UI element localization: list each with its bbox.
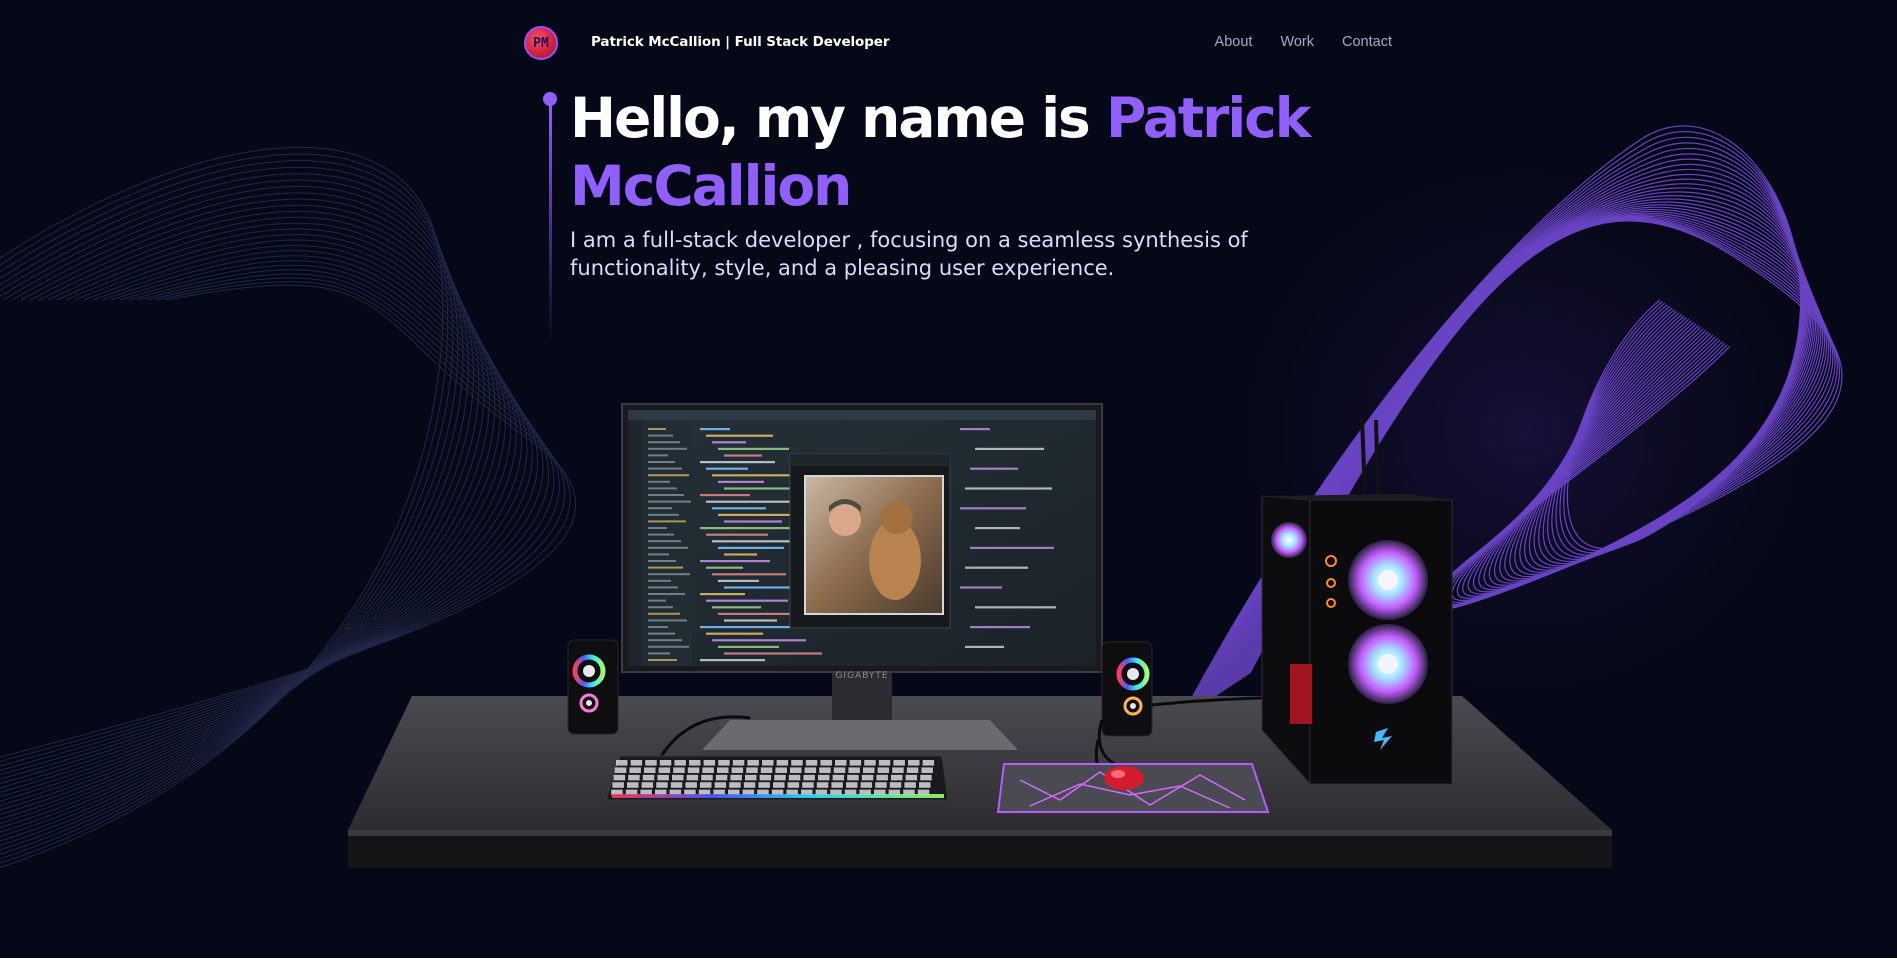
hero-subtitle: I am a full-stack developer , focusing o… [570,228,1248,280]
navbar: PM Patrick McCallion | Full Stack Develo… [0,0,1897,88]
nav-link-work[interactable]: Work [1280,34,1314,50]
nav-link-about[interactable]: About [1215,34,1253,50]
logo[interactable]: PM [524,26,558,60]
page: PM Patrick McCallion | Full Stack Develo… [0,0,1897,961]
hero-accent-bar [549,104,552,344]
hero-accent-line [543,92,557,382]
speaker-right [1101,641,1153,737]
mouse [1104,766,1144,790]
monitor: GIGABYTE [621,403,1103,681]
speaker-left [567,639,619,735]
nav-links: About Work Contact [1215,34,1392,50]
hero-title-name-last: McCallion [570,154,852,218]
brand-title[interactable]: Patrick McCallion | Full Stack Developer [591,34,890,50]
hero-title-name-first: Patrick [1105,86,1311,150]
keyboard [605,755,949,801]
hero-title-intro: Hello, my name is [570,86,1106,150]
nav-link-contact[interactable]: Contact [1342,34,1392,50]
pc-tower [1261,417,1453,786]
hero-title: Hello, my name is Patrick McCallion [570,84,1370,220]
monitor-brand-label: GIGABYTE [835,671,888,681]
